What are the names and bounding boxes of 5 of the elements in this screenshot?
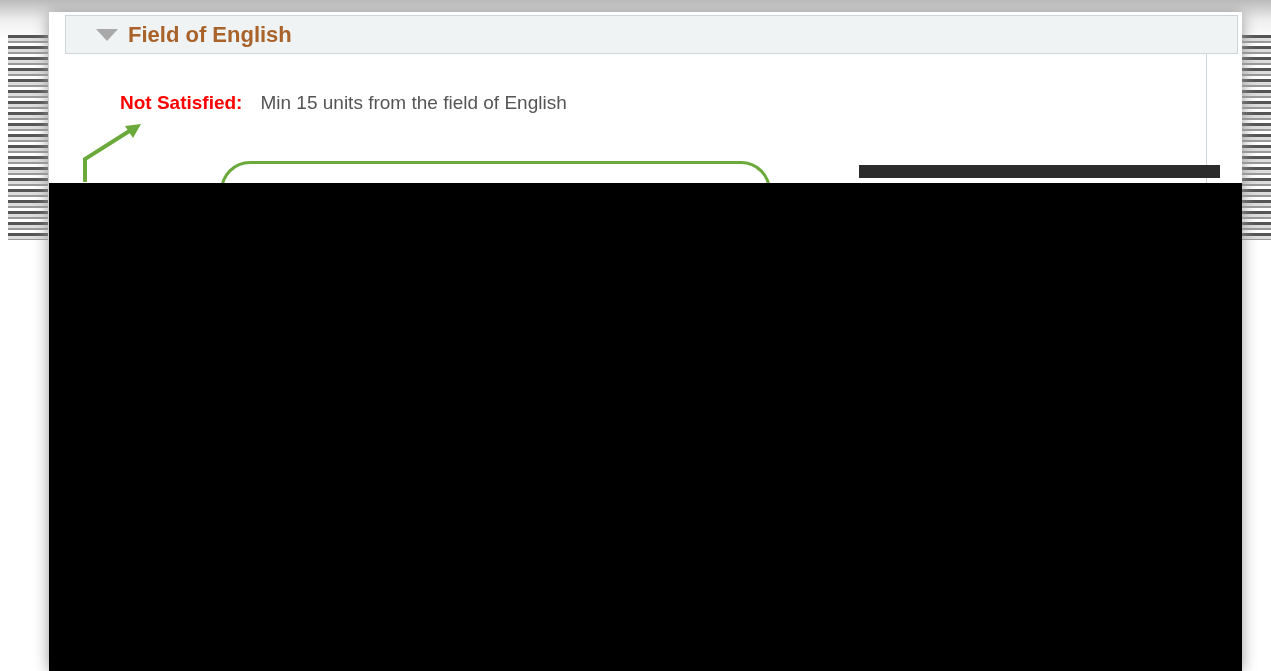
section-title: Field of English — [128, 21, 292, 48]
requirement-description: Min 15 units from the field of English — [260, 92, 567, 114]
status-label: Not Satisfied: — [120, 92, 243, 114]
section-header[interactable]: Field of English — [65, 15, 1238, 54]
collapse-triangle-icon[interactable] — [96, 28, 118, 41]
